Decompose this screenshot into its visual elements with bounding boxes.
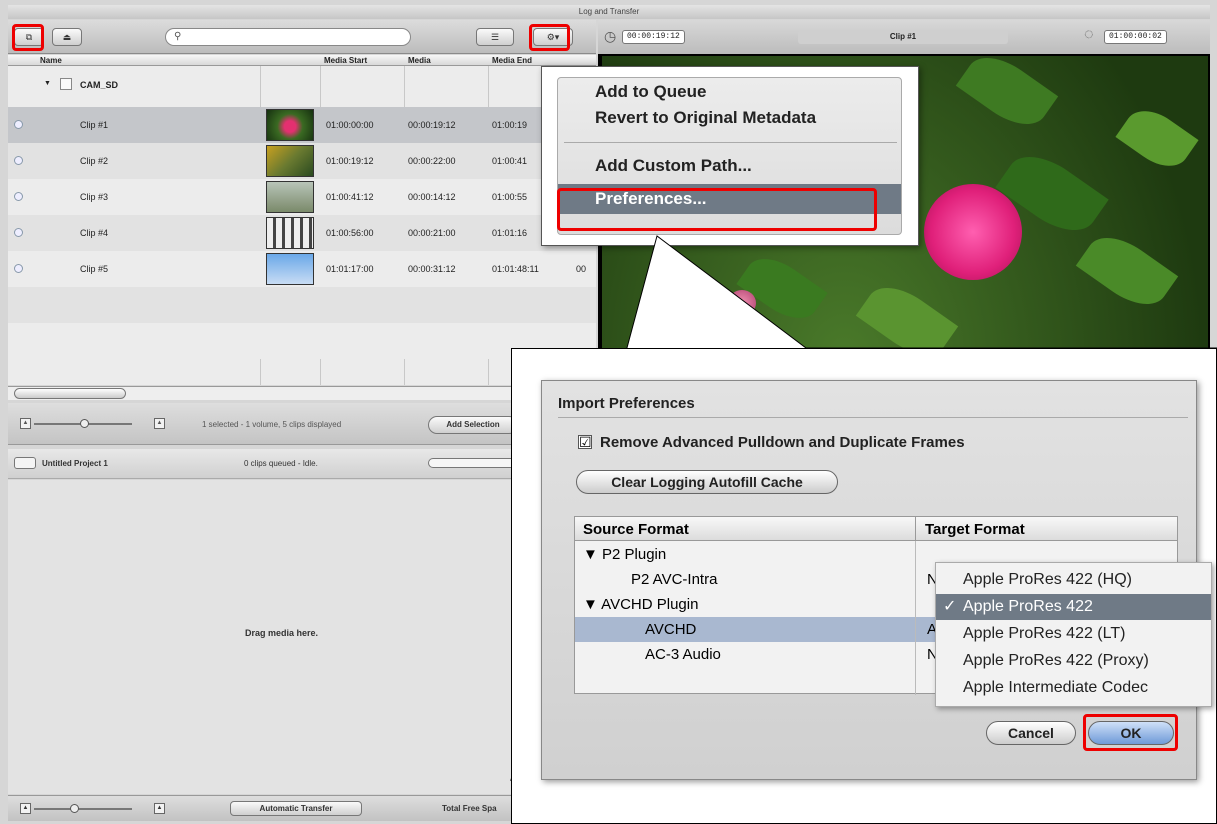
remove-pulldown-checkbox[interactable]: ☑ — [578, 435, 592, 449]
source-format: ▼ AVCHD Plugin — [583, 596, 699, 613]
codec-option[interactable]: Apple ProRes 422 (LT) — [936, 621, 1211, 647]
codec-option[interactable]: Apple Intermediate Codec — [936, 675, 1211, 701]
col-target-format[interactable]: Target Format — [925, 521, 1025, 538]
source-format: P2 AVC-Intra — [631, 571, 718, 588]
format-table-header: Source Format Target Format — [575, 517, 1177, 541]
source-format: ▼ P2 Plugin — [583, 546, 667, 563]
divider — [558, 417, 1188, 418]
divider — [915, 541, 916, 695]
divider — [915, 517, 916, 541]
cancel-button[interactable]: Cancel — [986, 721, 1076, 745]
highlight-box — [1083, 714, 1178, 751]
codec-option-selected[interactable]: ✓ Apple ProRes 422 — [936, 594, 1211, 620]
codec-option[interactable]: Apple ProRes 422 (HQ) — [936, 567, 1211, 593]
codec-option[interactable]: Apple ProRes 422 (Proxy) — [936, 648, 1211, 674]
checkmark-icon: ✓ — [943, 598, 957, 615]
col-source-format[interactable]: Source Format — [583, 521, 689, 538]
dialog-title: Import Preferences — [558, 395, 695, 412]
target-format-popup-menu: Apple ProRes 422 (HQ) ✓ Apple ProRes 422 … — [935, 562, 1212, 707]
remove-pulldown-label: Remove Advanced Pulldown and Duplicate F… — [600, 434, 965, 451]
clear-cache-button[interactable]: Clear Logging Autofill Cache — [576, 470, 838, 494]
source-format: AC-3 Audio — [645, 646, 721, 663]
source-format: AVCHD — [645, 621, 697, 638]
log-and-transfer-window: Log and Transfer ⧉ ⏏ ⚲ ☰ ⚙▾ Name Media S… — [0, 0, 1217, 824]
codec-option-label: Apple ProRes 422 — [963, 598, 1093, 615]
